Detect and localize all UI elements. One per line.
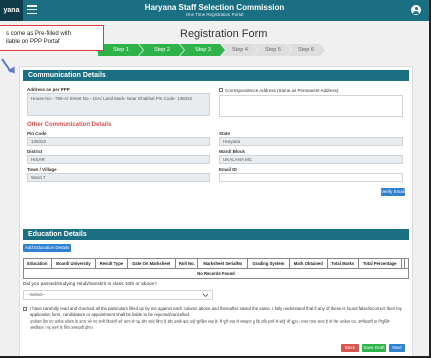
col-total-marks: Total Marks (326, 258, 359, 269)
pincode-label: Pin Code (27, 131, 47, 136)
form-title: Registration Form (180, 28, 268, 40)
district-field[interactable]: HISAR (27, 155, 210, 164)
col-education: Education (23, 258, 52, 269)
town-field[interactable]: Ward 7 (27, 173, 210, 182)
header-subtitle: One Time Registration Portal (185, 12, 244, 17)
table-row: No Records Found (23, 268, 409, 279)
col-mark-obtained: Mark Obtained (288, 258, 328, 269)
step-5[interactable]: Step 5 (259, 44, 287, 56)
step-4[interactable]: Step 4 (226, 44, 254, 56)
other-communication-heading: Other Communication Details (27, 122, 112, 128)
education-table-header: Education Board/ University Result Type … (23, 258, 409, 269)
col-action-2 (404, 258, 409, 269)
education-section-header: Education Details (23, 229, 409, 240)
save-draft-button[interactable]: Save Draft (362, 344, 386, 352)
pincode-field[interactable]: 135022 (27, 137, 210, 146)
town-label: Town / Village (27, 167, 57, 172)
col-date-marksheet: Date On Marksheet (126, 258, 177, 269)
email-label: Email ID (219, 167, 237, 172)
address-field[interactable]: House No.- 759-A/ Street No.- 10A/ Land … (27, 93, 210, 116)
step-2[interactable]: Step 2 (147, 44, 177, 56)
ward-field[interactable]: UKALANA MC (219, 155, 403, 164)
col-result-type: Result Type (95, 258, 128, 269)
col-roll-no: Roll No. (175, 258, 199, 269)
step-3[interactable]: Step 3 (188, 44, 218, 56)
declaration-english: I have carefully read and checked all th… (30, 306, 402, 317)
hindi-select[interactable]: --Select-- (23, 290, 213, 300)
education-table: Education Board/ University Result Type … (23, 258, 409, 279)
address-label: Address as per PPP (27, 87, 70, 92)
back-button[interactable]: Back (341, 344, 359, 352)
step-6[interactable]: Step 6 (292, 44, 320, 56)
col-grading-system: Grading System (247, 258, 290, 269)
correspondence-address-field[interactable] (219, 95, 403, 117)
declaration-hindi: उपरोक्त दिए गए प्रत्येक कॉलम के ऊपर भरे … (30, 319, 390, 330)
user-profile-icon[interactable] (411, 5, 421, 15)
ward-label: Ward/ Block (219, 149, 245, 154)
state-field[interactable]: Haryana (219, 137, 403, 146)
callout-line-1: s come as Pre-filled with (6, 31, 72, 37)
col-total-percentage: Total Percentage (357, 258, 402, 269)
email-field[interactable] (219, 173, 403, 182)
verify-email-button[interactable]: Verify Email (381, 188, 405, 196)
callout-line-2: ilable on PPP Portal' (6, 39, 61, 45)
col-board: Board/ University (50, 258, 97, 269)
step-1[interactable]: Step 1 (106, 44, 136, 56)
next-button[interactable]: Next (389, 344, 405, 352)
district-label: District (27, 149, 43, 154)
add-education-button[interactable]: Add Education Details (23, 244, 71, 252)
header-title: Haryana Staff Selection Commission (144, 3, 285, 12)
communication-section-header: Communication Details (23, 70, 409, 81)
correspondence-label: Correspondence Address (Same as Permanen… (225, 88, 339, 93)
no-records-text: No Records Found (23, 268, 409, 279)
correspondence-checkbox[interactable] (219, 88, 223, 92)
declaration-checkbox[interactable] (23, 307, 27, 311)
chevron-down-icon (203, 293, 208, 297)
top-header: yana Haryana Staff Selection Commission … (0, 0, 429, 21)
hindi-question-label: Did you passed/studying Hindi/Sanskrit i… (23, 282, 157, 287)
annotation-callout: s come as Pre-filled with ilable on PPP … (0, 25, 104, 51)
col-marksheet-serial: Marksheet SerialNo (197, 258, 249, 269)
state-label: State (219, 131, 231, 136)
form-panel: Communication Details Address as per PPP… (19, 66, 413, 356)
browser-viewport: yana Haryana Staff Selection Commission … (0, 0, 431, 358)
hindi-select-value: --Select-- (27, 292, 46, 297)
